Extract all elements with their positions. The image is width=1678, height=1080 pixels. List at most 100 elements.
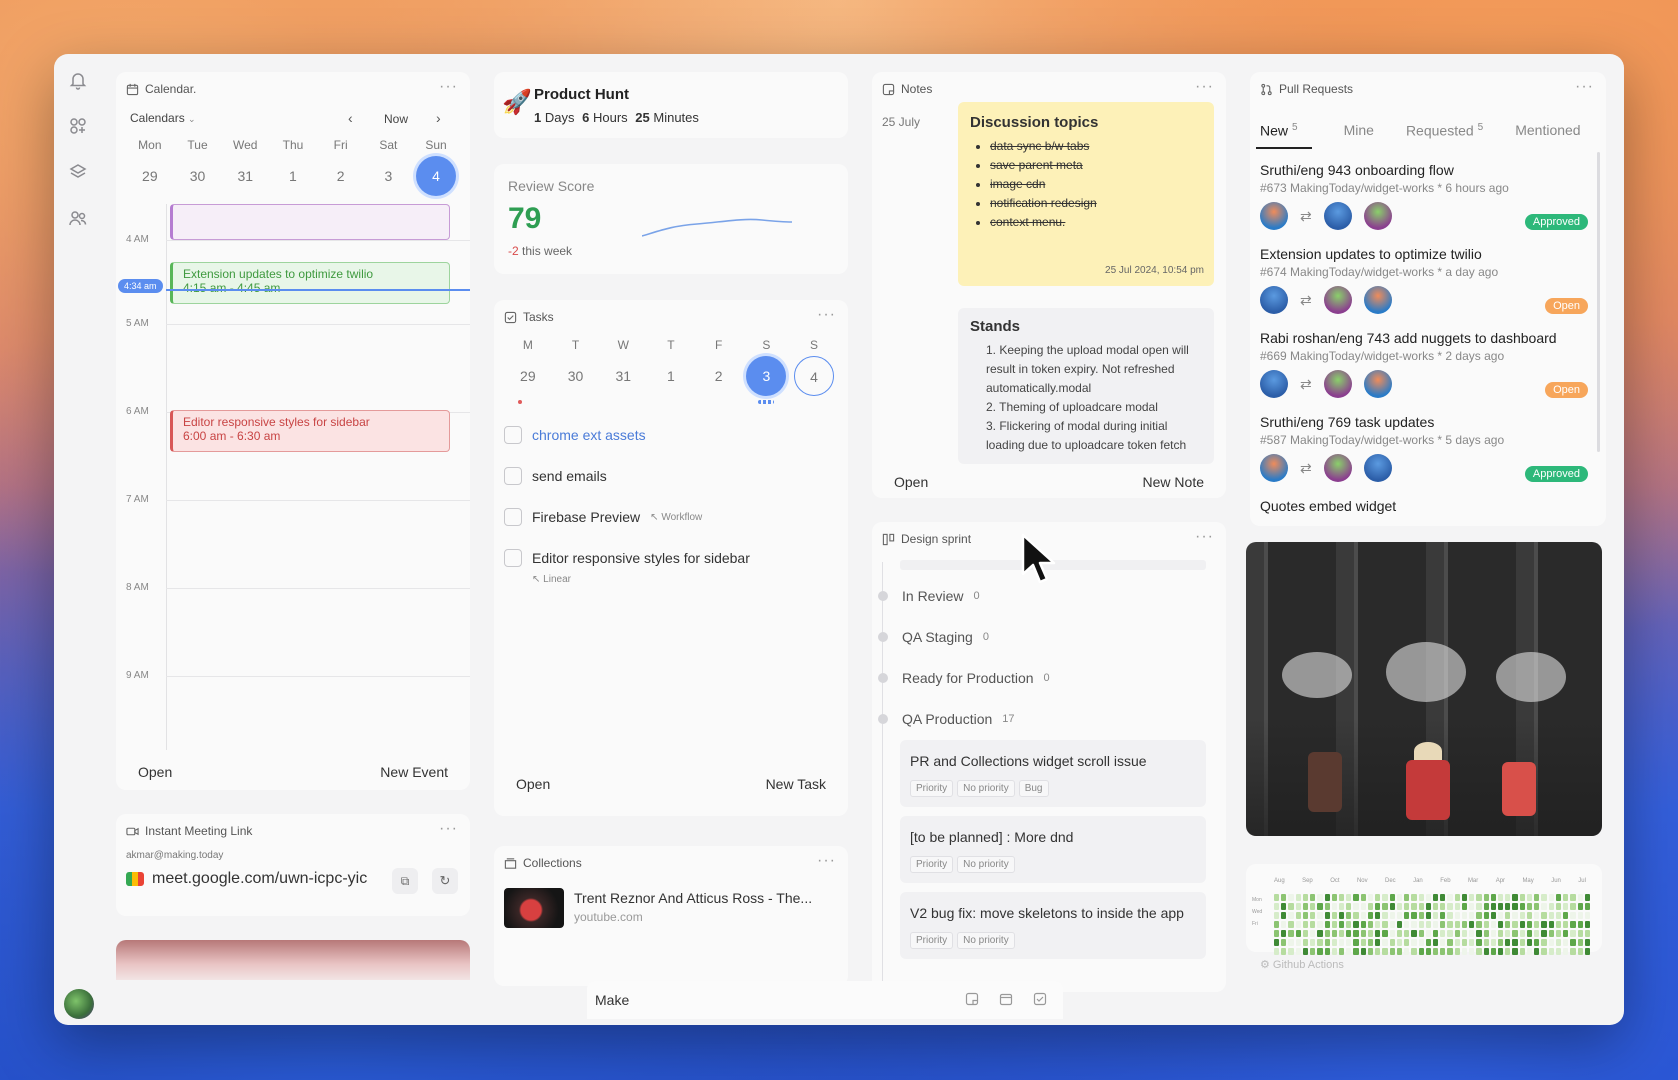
heatmap-cell bbox=[1346, 939, 1352, 946]
task-checkbox[interactable] bbox=[504, 426, 522, 444]
heatmap-cell bbox=[1324, 939, 1330, 946]
pr-item[interactable]: Quotes embed widget bbox=[1260, 498, 1588, 514]
heatmap-cell bbox=[1367, 930, 1374, 937]
sprint-stage[interactable]: QA Production 17 bbox=[878, 711, 1015, 727]
calendar-timeline[interactable]: 4 AM Extension updates to optimize twili… bbox=[116, 204, 470, 750]
date-cell[interactable]: 30 bbox=[178, 156, 218, 196]
tab-mentioned[interactable]: Mentioned bbox=[1515, 122, 1580, 149]
widgets-icon[interactable] bbox=[68, 116, 88, 136]
date-cell[interactable]: 31 bbox=[603, 356, 643, 396]
next-week-icon[interactable]: › bbox=[436, 110, 441, 126]
calendar-open-button[interactable]: Open bbox=[138, 764, 172, 780]
meeting-more-icon[interactable]: ··· bbox=[439, 820, 458, 838]
task-item[interactable]: Firebase Preview ↖ Workflow bbox=[504, 508, 702, 526]
note-icon[interactable] bbox=[965, 992, 979, 1006]
event-block-earlier[interactable] bbox=[170, 204, 450, 240]
pr-scrollbar[interactable] bbox=[1597, 152, 1600, 452]
heatmap-cell bbox=[1288, 903, 1294, 910]
prev-week-icon[interactable]: ‹ bbox=[348, 110, 353, 126]
tab-requested[interactable]: Requested 5 bbox=[1406, 122, 1483, 149]
collections-more-icon[interactable]: ··· bbox=[817, 852, 836, 870]
copy-icon[interactable]: ⧉ bbox=[392, 868, 418, 894]
stands-note[interactable]: Stands 1. Keeping the upload modal open … bbox=[958, 308, 1214, 464]
heatmap-cell bbox=[1324, 894, 1330, 901]
bell-icon[interactable] bbox=[68, 70, 88, 90]
task-item[interactable]: Editor responsive styles for sidebar bbox=[504, 549, 750, 567]
date-cell[interactable]: 29 bbox=[130, 156, 170, 196]
heatmap-cell bbox=[1346, 894, 1352, 901]
pr-item[interactable]: Sruthi/eng 769 task updates #587 MakingT… bbox=[1260, 414, 1588, 483]
users-icon[interactable] bbox=[68, 208, 88, 228]
task-checkbox[interactable] bbox=[504, 508, 522, 526]
date-cell[interactable]: 1 bbox=[651, 356, 691, 396]
sticky-note[interactable]: Discussion topics data sync b/w tabs sav… bbox=[958, 102, 1214, 286]
heatmap-cell bbox=[1461, 912, 1468, 919]
sprint-stage[interactable]: QA Staging 0 bbox=[878, 629, 989, 645]
music-widget[interactable] bbox=[116, 940, 470, 980]
date-cell[interactable]: 29 bbox=[508, 356, 548, 396]
calendars-dropdown[interactable]: Calendars ⌄ bbox=[130, 111, 196, 125]
tab-new[interactable]: New 5 bbox=[1256, 122, 1312, 149]
design-sprint-more-icon[interactable]: ··· bbox=[1195, 528, 1214, 546]
sprint-card[interactable]: PR and Collections widget scroll issue P… bbox=[900, 740, 1206, 807]
refresh-icon[interactable]: ↻ bbox=[432, 868, 458, 894]
sprint-stage[interactable]: Ready for Production 0 bbox=[878, 670, 1050, 686]
photo-widget[interactable] bbox=[1246, 542, 1602, 836]
date-cell[interactable]: 2 bbox=[321, 156, 361, 196]
pr-more-icon[interactable]: ··· bbox=[1575, 78, 1594, 96]
new-event-button[interactable]: New Event bbox=[380, 764, 448, 780]
command-bar[interactable]: Make bbox=[587, 981, 1063, 1019]
task-checkbox[interactable] bbox=[504, 467, 522, 485]
collection-item-title[interactable]: Trent Reznor And Atticus Ross - The... bbox=[574, 890, 812, 906]
hour-label: 7 AM bbox=[126, 494, 149, 505]
task-item[interactable]: chrome ext assets bbox=[504, 426, 646, 444]
event-editor-styles[interactable]: Editor responsive styles for sidebar 6:0… bbox=[170, 410, 450, 452]
month-label: Jun bbox=[1551, 878, 1561, 884]
heatmap-cell bbox=[1577, 912, 1583, 919]
new-note-button[interactable]: New Note bbox=[1143, 474, 1204, 490]
calendar-more-icon[interactable]: ··· bbox=[439, 78, 458, 96]
checkbox-icon[interactable] bbox=[1033, 992, 1047, 1006]
pr-item[interactable]: Rabi roshan/eng 743 add nuggets to dashb… bbox=[1260, 330, 1588, 399]
heatmap-cell bbox=[1584, 948, 1590, 955]
date-cell-today[interactable]: 4 bbox=[794, 356, 835, 396]
notes-more-icon[interactable]: ··· bbox=[1195, 78, 1214, 96]
date-cell[interactable]: 3 bbox=[368, 156, 408, 196]
now-button[interactable]: Now bbox=[384, 112, 408, 126]
notes-open-button[interactable]: Open bbox=[894, 474, 928, 490]
tasks-open-button[interactable]: Open bbox=[516, 776, 550, 792]
event-twilio[interactable]: Extension updates to optimize twilio 4:1… bbox=[170, 262, 450, 304]
tab-mine[interactable]: Mine bbox=[1344, 122, 1374, 149]
sprint-card[interactable]: [to be planned] : More dnd Priority No p… bbox=[900, 816, 1206, 883]
sprint-card[interactable]: V2 bug fix: move skeletons to inside the… bbox=[900, 892, 1206, 959]
sprint-card-title: [to be planned] : More dnd bbox=[910, 829, 1074, 845]
heatmap-cell bbox=[1469, 903, 1475, 910]
heatmap-cell bbox=[1346, 912, 1352, 919]
date-cell[interactable]: 2 bbox=[699, 356, 739, 396]
heatmap-cell bbox=[1490, 903, 1497, 910]
tasks-more-icon[interactable]: ··· bbox=[817, 306, 836, 324]
month-label: Apr bbox=[1495, 878, 1506, 884]
meeting-link[interactable]: meet.google.com/uwn-icpc-yic bbox=[152, 870, 367, 888]
date-cell-selected[interactable]: 4 bbox=[416, 156, 457, 196]
heatmap-cell bbox=[1526, 948, 1533, 955]
calendar-icon[interactable] bbox=[999, 992, 1013, 1006]
pr-item[interactable]: Sruthi/eng 943 onboarding flow #673 Maki… bbox=[1260, 162, 1588, 231]
task-item[interactable]: send emails bbox=[504, 467, 607, 485]
date-cell[interactable]: 1 bbox=[273, 156, 313, 196]
meeting-widget: Instant Meeting Link ··· akmar@making.to… bbox=[116, 814, 470, 916]
task-checkbox[interactable] bbox=[504, 549, 522, 567]
layers-icon[interactable] bbox=[68, 162, 88, 182]
heatmap-cell bbox=[1382, 894, 1388, 901]
date-cell[interactable]: 30 bbox=[556, 356, 596, 396]
heatmap-cell bbox=[1353, 921, 1359, 928]
date-cell[interactable]: 31 bbox=[225, 156, 265, 196]
weekday-label: Thu bbox=[282, 138, 304, 152]
date-cell-selected[interactable]: 3 bbox=[746, 356, 787, 396]
sprint-stage[interactable]: In Review 0 bbox=[878, 588, 980, 604]
collection-thumbnail[interactable] bbox=[504, 888, 564, 928]
new-task-button[interactable]: New Task bbox=[766, 776, 826, 792]
pr-item[interactable]: Extension updates to optimize twilio #67… bbox=[1260, 246, 1588, 315]
heatmap-cell bbox=[1541, 921, 1547, 928]
user-avatar[interactable] bbox=[64, 989, 94, 1019]
